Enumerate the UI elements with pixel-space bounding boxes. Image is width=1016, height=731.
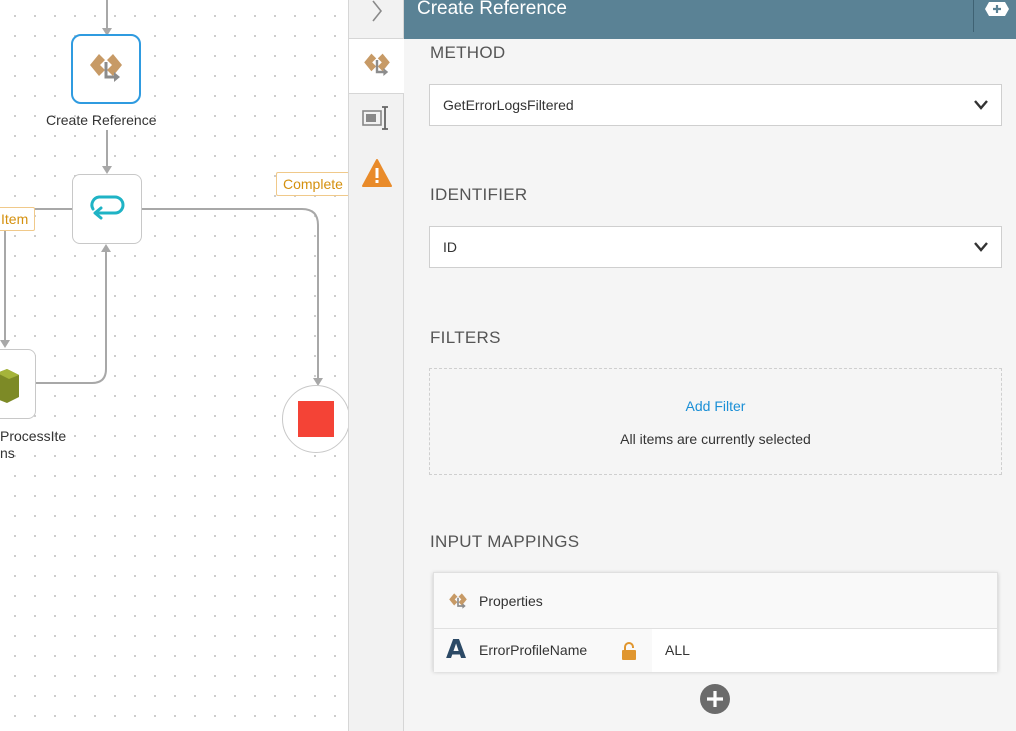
create-reference-label: Create Reference xyxy=(46,112,157,128)
filters-section-title: FILTERS xyxy=(430,328,501,347)
branch-tag-item: Item xyxy=(0,207,36,231)
add-mapping-button[interactable] xyxy=(700,684,730,714)
reference-icon xyxy=(447,591,469,610)
panel-title: Create Reference xyxy=(417,0,567,19)
rail-tab-warnings[interactable] xyxy=(349,155,404,195)
end-node[interactable] xyxy=(282,385,348,453)
collapse-panel-button[interactable] xyxy=(349,0,404,26)
method-section-title: METHOD xyxy=(430,43,506,62)
reference-icon xyxy=(86,50,126,89)
identifier-select-value: ID xyxy=(443,239,457,255)
warning-icon xyxy=(361,158,393,193)
branch-tag-complete: Complete xyxy=(276,172,348,196)
create-reference-node[interactable] xyxy=(71,34,141,104)
mapping-row: A ErrorProfileName ALL xyxy=(434,628,997,672)
mapping-row-label-cell: A ErrorProfileName xyxy=(434,629,652,672)
box-icon xyxy=(0,367,19,408)
loop-node[interactable] xyxy=(72,174,142,244)
properties-panel: Create Reference METHOD GetErrorLogsFilt… xyxy=(404,0,1016,731)
filters-note: All items are currently selected xyxy=(620,431,811,447)
method-select[interactable]: GetErrorLogsFiltered xyxy=(429,84,1002,126)
process-items-label-line2: ns xyxy=(0,445,15,461)
plus-circle-icon xyxy=(700,684,730,718)
add-filter-link[interactable]: Add Filter xyxy=(430,398,1001,414)
text-type-icon: A xyxy=(446,635,467,665)
collapse-panel-icon xyxy=(983,0,1011,22)
process-items-node[interactable] xyxy=(0,349,36,419)
panel-header: Create Reference xyxy=(404,0,1016,39)
chevron-down-icon xyxy=(973,240,989,256)
panel-header-action-button[interactable] xyxy=(980,0,1014,22)
stop-icon xyxy=(298,401,334,437)
input-mappings-section-title: INPUT MAPPINGS xyxy=(430,532,580,551)
identifier-select[interactable]: ID xyxy=(429,226,1002,268)
mapping-group-label: Properties xyxy=(479,592,543,609)
process-items-label-line1: ProcessIte xyxy=(0,428,67,444)
chevron-down-icon xyxy=(973,98,989,114)
lock-icon[interactable] xyxy=(621,641,637,666)
rail-tab-reference[interactable] xyxy=(349,38,404,94)
header-divider xyxy=(973,0,974,32)
connector-lines xyxy=(0,0,323,386)
method-select-value: GetErrorLogsFiltered xyxy=(443,97,574,113)
filters-box: Add Filter All items are currently selec… xyxy=(429,368,1002,475)
mapping-icon xyxy=(361,105,392,136)
workflow-canvas[interactable]: Create Reference Item Complete ProcessIt… xyxy=(0,0,348,731)
identifier-section-title: IDENTIFIER xyxy=(430,185,528,204)
chevron-right-icon xyxy=(371,0,383,27)
rail-tab-mapping[interactable] xyxy=(349,100,404,140)
reference-icon xyxy=(361,50,393,83)
input-mappings-card: Properties A ErrorProfileName ALL xyxy=(433,572,998,672)
mapping-group-header[interactable]: Properties xyxy=(434,573,997,628)
loop-icon xyxy=(87,194,127,225)
mapping-row-name: ErrorProfileName xyxy=(479,642,588,658)
mapping-row-value-input[interactable]: ALL xyxy=(652,629,997,672)
panel-icon-rail xyxy=(348,0,404,731)
